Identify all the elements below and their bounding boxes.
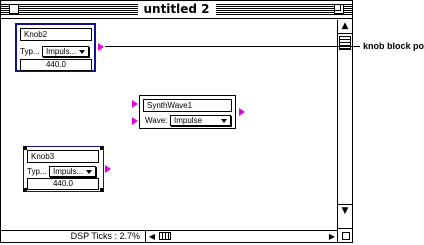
knob3-type-value: Impuls...	[53, 167, 84, 176]
knob3-type-label: Typ...	[27, 167, 47, 176]
chevron-down-icon	[86, 170, 92, 174]
synthwave-wave-popup[interactable]: Impulse	[170, 115, 231, 126]
synthwave-output-port[interactable]	[239, 108, 245, 116]
synthwave-wave-value: Impulse	[174, 116, 203, 125]
vertical-scrollbar[interactable]: ▲ ▼	[337, 20, 352, 232]
chevron-down-icon	[221, 119, 227, 123]
status-bar: DSP Ticks : 2.7% ◀ ▶	[1, 230, 338, 242]
scroll-left-arrow-icon[interactable]: ◀	[146, 231, 158, 242]
synthwave-wave-label: Wave:	[145, 116, 168, 125]
callout-line	[105, 46, 360, 47]
knob2-value-field[interactable]: 440.0	[20, 59, 92, 71]
callout-label: knob block port	[363, 41, 424, 51]
window-title: untitled 2	[137, 2, 216, 17]
scroll-down-arrow-icon[interactable]: ▼	[338, 204, 352, 218]
synthwave-block[interactable]: SynthWave1 Wave: Impulse	[139, 95, 236, 129]
knob2-output-port[interactable]	[98, 43, 104, 51]
knob2-type-popup[interactable]: Impuls...	[42, 46, 89, 57]
knob3-name-field[interactable]: Knob3	[27, 150, 99, 163]
selection-handle[interactable]	[100, 146, 104, 150]
dsp-ticks-readout: DSP Ticks : 2.7%	[1, 231, 146, 242]
grow-box[interactable]	[337, 228, 352, 242]
knob2-type-value: Impuls...	[46, 47, 77, 56]
synthwave-input-port-1[interactable]	[132, 100, 138, 108]
vertical-scroll-thumb[interactable]	[339, 36, 351, 50]
chevron-down-icon	[79, 50, 85, 54]
horizontal-scroll-thumb[interactable]	[159, 232, 171, 240]
knob3-value-field[interactable]: 440.0	[27, 178, 99, 190]
horizontal-scrollbar[interactable]: ◀ ▶	[146, 231, 338, 242]
selection-handle[interactable]	[100, 188, 104, 192]
knob2-type-label: Typ...	[20, 47, 40, 56]
knob3-type-popup[interactable]: Impuls...	[49, 166, 96, 177]
knob2-name-field[interactable]: Knob2	[20, 28, 92, 41]
zoom-box[interactable]	[334, 4, 344, 14]
patch-canvas[interactable]: Knob2 Typ... Impuls... 440.0 SynthWave1 …	[1, 20, 337, 232]
knob2-block[interactable]: Knob2 Typ... Impuls... 440.0	[15, 23, 96, 72]
title-bar[interactable]: untitled 2	[1, 1, 352, 19]
synthwave-input-port-2[interactable]	[132, 117, 138, 125]
patch-window: untitled 2 Knob2 Typ... Impuls... 440.0 …	[0, 0, 353, 243]
close-box[interactable]	[9, 4, 19, 14]
scroll-up-arrow-icon[interactable]: ▲	[338, 20, 352, 34]
synthwave-name-field[interactable]: SynthWave1	[143, 99, 232, 112]
knob3-block[interactable]: Knob3 Typ... Impuls... 440.0	[23, 146, 104, 192]
knob3-output-port[interactable]	[105, 165, 111, 173]
